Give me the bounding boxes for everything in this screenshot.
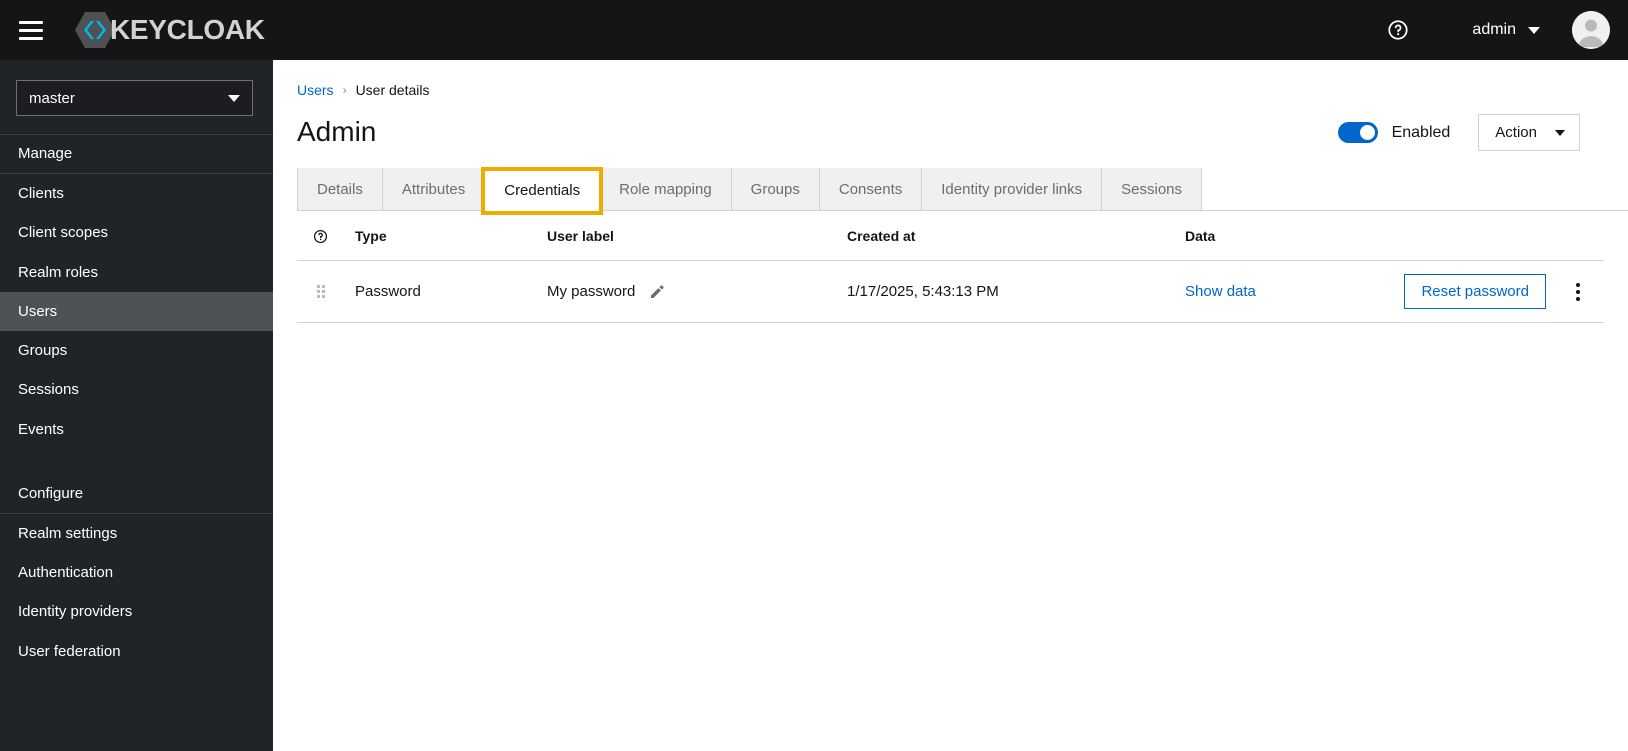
table-header-actions: [1331, 211, 1604, 261]
row-user-label: My password: [547, 283, 636, 300]
chevron-down-icon: [228, 94, 240, 102]
pencil-glyph: [651, 284, 664, 298]
breadcrumb-separator-icon: ›: [342, 83, 347, 97]
sidebar-item-sessions[interactable]: Sessions: [0, 370, 273, 409]
tab-credentials[interactable]: Credentials: [481, 167, 603, 215]
breadcrumb-users-link[interactable]: Users: [297, 82, 334, 98]
help-circle-icon: [1388, 20, 1409, 40]
enabled-toggle[interactable]: [1337, 122, 1378, 143]
breadcrumb: Users › User details: [297, 82, 1604, 98]
sidebar-item-realm-settings[interactable]: Realm settings: [0, 514, 273, 553]
masthead-actions: admin: [1376, 8, 1628, 52]
row-actions-group: Reset password: [1331, 274, 1604, 309]
row-user-label-cell: My password: [547, 260, 847, 323]
sidebar-item-users[interactable]: Users: [0, 291, 273, 331]
row-drag-cell: [297, 260, 355, 323]
drag-grip-icon[interactable]: [317, 285, 325, 298]
sidebar-item-groups[interactable]: Groups: [0, 331, 273, 370]
tab-details[interactable]: Details: [297, 168, 383, 210]
table-header-created-at: Created at: [847, 228, 916, 244]
row-data-cell: Show data: [1185, 260, 1331, 323]
chevron-down-icon: [1528, 26, 1540, 34]
sidebar-navigation: master Manage Clients Client scopes Real…: [0, 60, 273, 751]
page-actions: Enabled Action: [1337, 114, 1580, 151]
realm-selector[interactable]: master: [16, 80, 253, 116]
table-header-type: Type: [355, 228, 387, 244]
chevron-down-icon: [1555, 129, 1565, 136]
page-title: Admin: [297, 116, 377, 148]
tab-sessions[interactable]: Sessions: [1102, 168, 1203, 210]
help-circle-icon: [313, 229, 328, 243]
keycloak-admin-console: KEYCLOAK admin master Manage Clients Cli…: [0, 0, 1628, 751]
title-row: Admin Enabled Action: [297, 114, 1604, 151]
user-detail-tabs: Details Attributes Credentials Role mapp…: [297, 167, 1628, 215]
show-data-link[interactable]: Show data: [1185, 283, 1256, 300]
masthead: KEYCLOAK admin: [0, 0, 1628, 60]
hamburger-bar: [19, 20, 43, 24]
hamburger-bar: [19, 28, 43, 32]
tab-consents[interactable]: Consents: [819, 168, 923, 210]
user-name-label: admin: [1472, 21, 1516, 38]
row-type: Password: [355, 260, 547, 323]
action-button-label: Action: [1495, 124, 1537, 141]
tab-groups[interactable]: Groups: [731, 168, 820, 210]
sidebar-section-configure-title: Configure: [18, 484, 84, 502]
user-dropdown[interactable]: admin: [1464, 15, 1548, 45]
tab-attributes[interactable]: Attributes: [382, 168, 486, 210]
credentials-table: Type User label Created at Data Password…: [297, 211, 1604, 323]
hamburger-menu-icon[interactable]: [8, 7, 54, 53]
pencil-edit-icon[interactable]: [649, 284, 665, 300]
user-avatar-icon: [1572, 11, 1610, 49]
kebab-menu-icon[interactable]: [1570, 275, 1586, 309]
avatar[interactable]: [1572, 11, 1610, 49]
table-body: Password My password 1/17/2025, 5:43:13 …: [297, 260, 1604, 323]
realm-selected-label: master: [29, 89, 75, 107]
reset-password-button[interactable]: Reset password: [1404, 274, 1546, 309]
row-actions-cell: Reset password: [1331, 260, 1604, 323]
action-dropdown-button[interactable]: Action: [1478, 114, 1580, 151]
table-header-data: Data: [1185, 228, 1216, 244]
enabled-toggle-group: Enabled: [1337, 122, 1451, 143]
user-label-group: My password: [547, 283, 847, 300]
sidebar-item-client-scopes[interactable]: Client scopes: [0, 213, 273, 252]
main-content: Users › User details Admin Enabled Actio…: [273, 60, 1628, 751]
sidebar-item-events[interactable]: Events: [0, 410, 273, 449]
breadcrumb-current: User details: [355, 82, 430, 98]
page-body: master Manage Clients Client scopes Real…: [0, 60, 1628, 751]
table-header-row: Type User label Created at Data: [297, 211, 1604, 261]
help-icon[interactable]: [1376, 8, 1420, 52]
enabled-toggle-label: Enabled: [1391, 123, 1451, 141]
row-created-at: 1/17/2025, 5:43:13 PM: [847, 260, 1185, 323]
table-row: Password My password 1/17/2025, 5:43:13 …: [297, 260, 1604, 323]
brand-name: KEYCLOAK: [110, 14, 265, 45]
page-header: Users › User details Admin Enabled Actio…: [273, 60, 1628, 169]
table-header-user-label: User label: [547, 228, 614, 244]
sidebar-item-clients[interactable]: Clients: [0, 174, 273, 213]
credentials-table-area: Type User label Created at Data Password…: [273, 211, 1628, 751]
brand-logo-link[interactable]: KEYCLOAK: [74, 10, 265, 50]
tabs-container: Details Attributes Credentials Role mapp…: [273, 167, 1628, 215]
realm-selector-container: master: [0, 60, 273, 134]
tab-role-mapping[interactable]: Role mapping: [600, 168, 732, 210]
sidebar-item-user-federation[interactable]: User federation: [0, 632, 273, 671]
toggle-knob: [1359, 125, 1375, 140]
credentials-help-icon[interactable]: [297, 229, 355, 244]
sidebar-item-identity-providers[interactable]: Identity providers: [0, 592, 273, 631]
hamburger-bar: [19, 36, 43, 40]
tab-identity-provider-links[interactable]: Identity provider links: [922, 168, 1103, 210]
table-header: Type User label Created at Data: [297, 211, 1604, 261]
sidebar-section-manage-title: Manage: [18, 145, 73, 162]
sidebar-item-realm-roles[interactable]: Realm roles: [0, 253, 273, 292]
sidebar-item-authentication[interactable]: Authentication: [0, 553, 273, 592]
table-header-help: [297, 211, 355, 261]
